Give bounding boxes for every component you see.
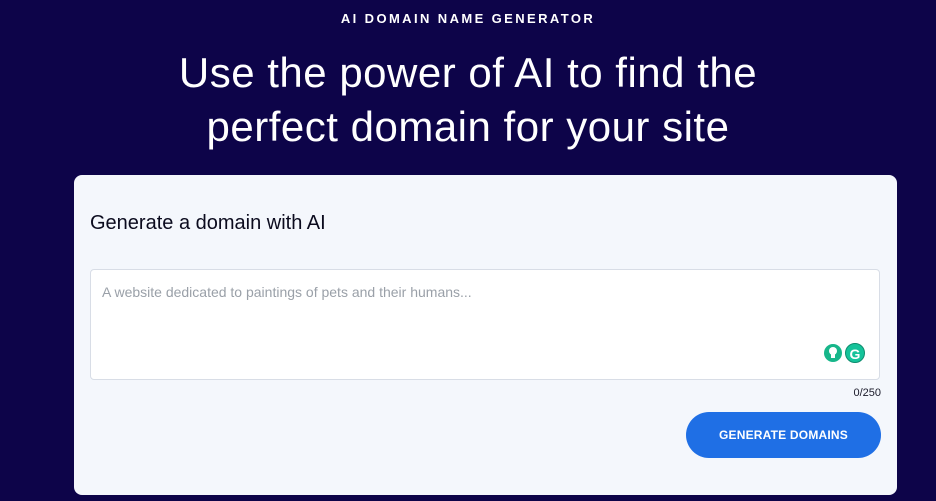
lightbulb-icon[interactable] bbox=[824, 344, 842, 362]
headline-line-1: Use the power of AI to find the bbox=[178, 49, 758, 96]
grammarly-icon[interactable]: G bbox=[845, 343, 865, 363]
headline-line-2: perfect domain for your site bbox=[206, 103, 730, 150]
description-input[interactable] bbox=[91, 270, 879, 379]
page: AI DOMAIN NAME GENERATOR Use the power o… bbox=[0, 0, 936, 501]
page-headline: Use the power of AI to find the perfect … bbox=[0, 46, 936, 154]
generator-card: Generate a domain with AI G 0/250 GENERA… bbox=[74, 175, 897, 495]
generate-domains-button[interactable]: GENERATE DOMAINS bbox=[686, 412, 881, 458]
extension-icons: G bbox=[824, 343, 865, 363]
description-field-wrapper: G bbox=[90, 269, 880, 380]
eyebrow-label: AI DOMAIN NAME GENERATOR bbox=[340, 11, 596, 26]
character-counter: 0/250 bbox=[853, 387, 881, 399]
card-title: Generate a domain with AI bbox=[90, 212, 326, 234]
